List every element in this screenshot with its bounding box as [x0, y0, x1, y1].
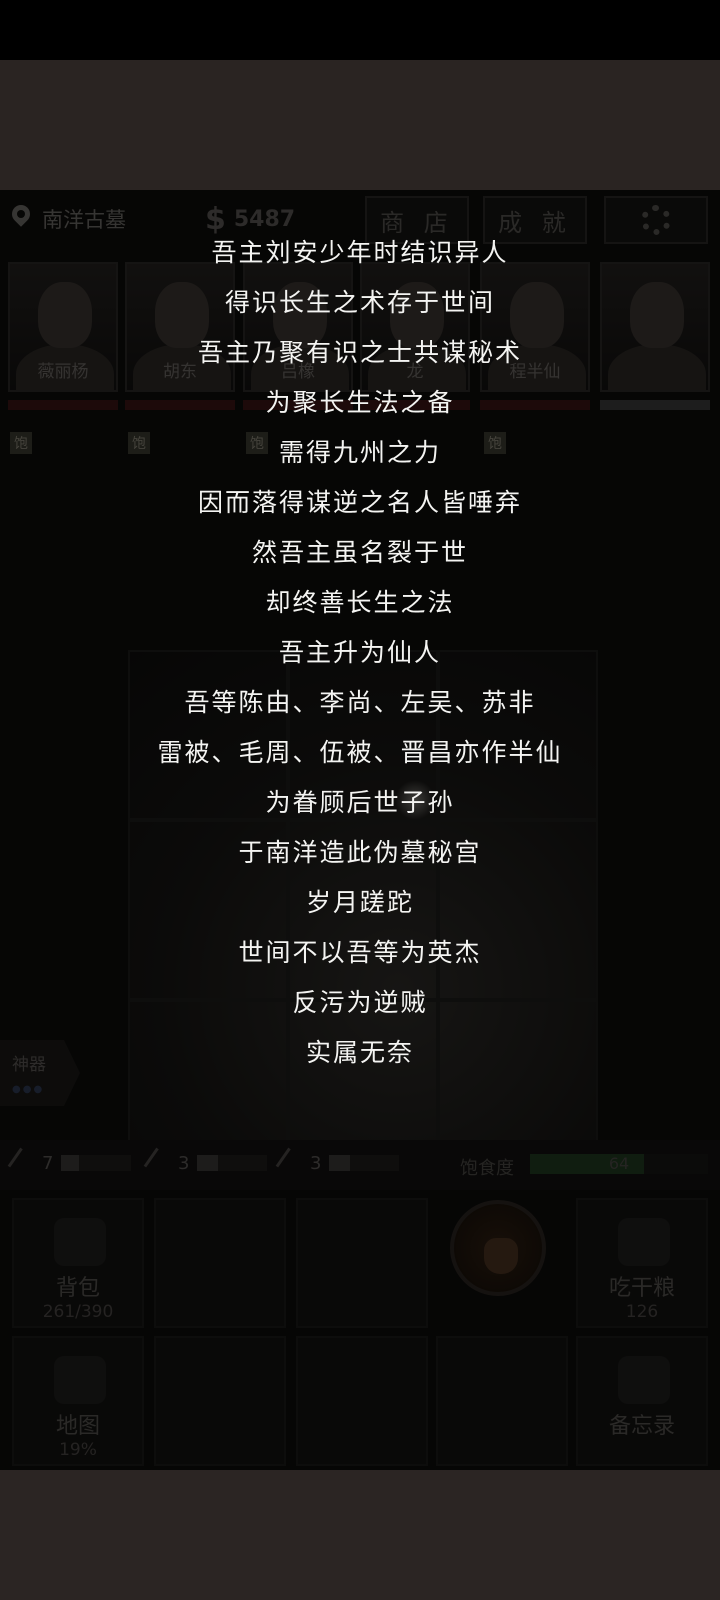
story-line: 需得九州之力	[278, 438, 441, 467]
story-line: 于南洋造此伪墓秘宫	[238, 838, 482, 867]
story-line: 吾主刘安少年时结识异人	[211, 238, 509, 267]
story-line: 岁月蹉跎	[305, 888, 414, 917]
story-line: 为聚长生法之备	[265, 388, 455, 417]
story-line: 实属无奈	[305, 1038, 414, 1067]
story-line: 却终善长生之法	[265, 588, 455, 617]
story-line: 得识长生之术存于世间	[224, 288, 495, 317]
story-line: 世间不以吾等为英杰	[238, 938, 482, 967]
story-line: 吾主升为仙人	[278, 638, 441, 667]
bottom-letterbox	[0, 1470, 720, 1600]
top-letterbox	[0, 60, 720, 190]
status-bar	[0, 0, 720, 60]
story-line: 然吾主虽名裂于世	[251, 538, 468, 567]
story-line: 反污为逆贼	[292, 988, 428, 1017]
game-screen[interactable]: 南洋古墓 $ 5487 商 店 成 就 薇丽杨 胡东 吕橡 龙 程半仙 饱 饱 …	[0, 190, 720, 1470]
story-line: 因而落得谋逆之名人皆唾弃	[197, 488, 522, 517]
story-text: 吾主刘安少年时结识异人 得识长生之术存于世间 吾主乃聚有识之士共谋秘术 为聚长生…	[0, 228, 720, 1078]
story-line: 雷被、毛周、伍被、晋昌亦作半仙	[157, 738, 563, 767]
story-line: 吾主乃聚有识之士共谋秘术	[197, 338, 522, 367]
story-line: 为眷顾后世子孙	[265, 788, 455, 817]
story-line: 吾等陈由、李尚、左吴、苏非	[184, 688, 536, 717]
